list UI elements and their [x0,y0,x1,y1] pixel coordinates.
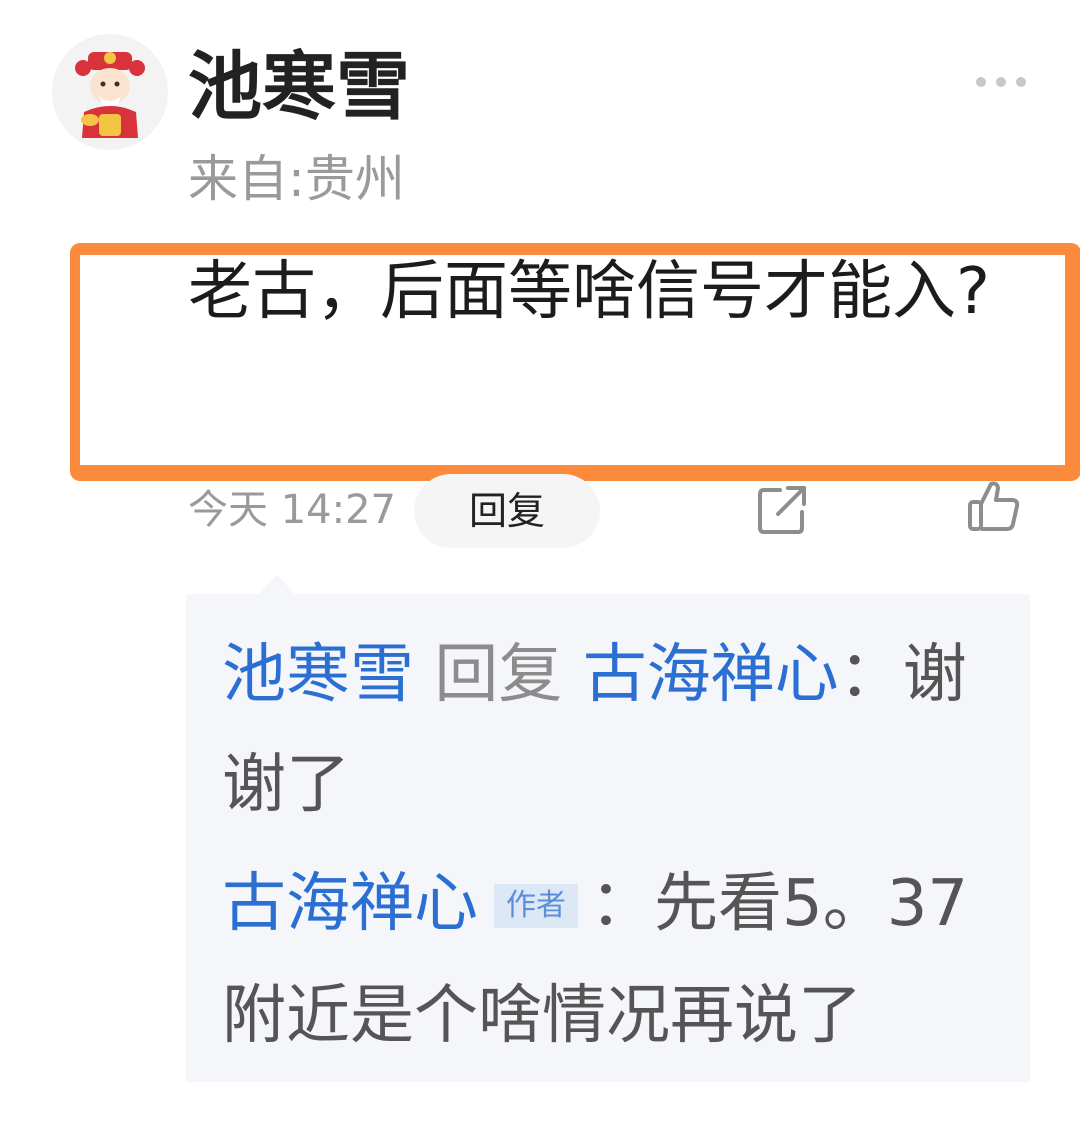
reply-item[interactable]: 池寒雪 回复 古海禅心：谢谢了 [222,620,1002,840]
comment-text: 老古，后面等啥信号才能入? [188,255,990,329]
more-dots-icon [976,77,1026,87]
reply-button[interactable]: 回复 [414,474,600,548]
reply-author[interactable]: 池寒雪 [222,638,414,712]
reply-panel-caret [258,575,296,595]
reply-item[interactable]: 古海禅心 作者 ：先看5。37附近是个啥情况再说了 [222,848,1002,1072]
reply-target-user[interactable]: 古海禅心 [583,638,839,712]
comment-timestamp: 今天 14:27 [188,487,396,533]
reply-separator: ： [590,867,654,941]
author-badge: 作者 [494,884,578,928]
share-button[interactable] [756,484,808,536]
avatar[interactable] [52,34,168,150]
reply-separator: ： [838,638,903,712]
replies-panel[interactable]: 池寒雪 回复 古海禅心：谢谢了 古海禅心 作者 ：先看5。37附近是个啥情况再说了 [186,594,1030,1082]
user-location: 来自:贵州 [188,150,405,208]
reply-author[interactable]: 古海禅心 [222,867,478,941]
thumbs-up-icon [968,481,1020,531]
share-icon [758,486,806,534]
comment-username[interactable]: 池寒雪 [188,42,410,132]
reply-action: 回复 [434,638,563,712]
like-button[interactable] [966,478,1022,534]
more-options-button[interactable] [970,66,1032,98]
